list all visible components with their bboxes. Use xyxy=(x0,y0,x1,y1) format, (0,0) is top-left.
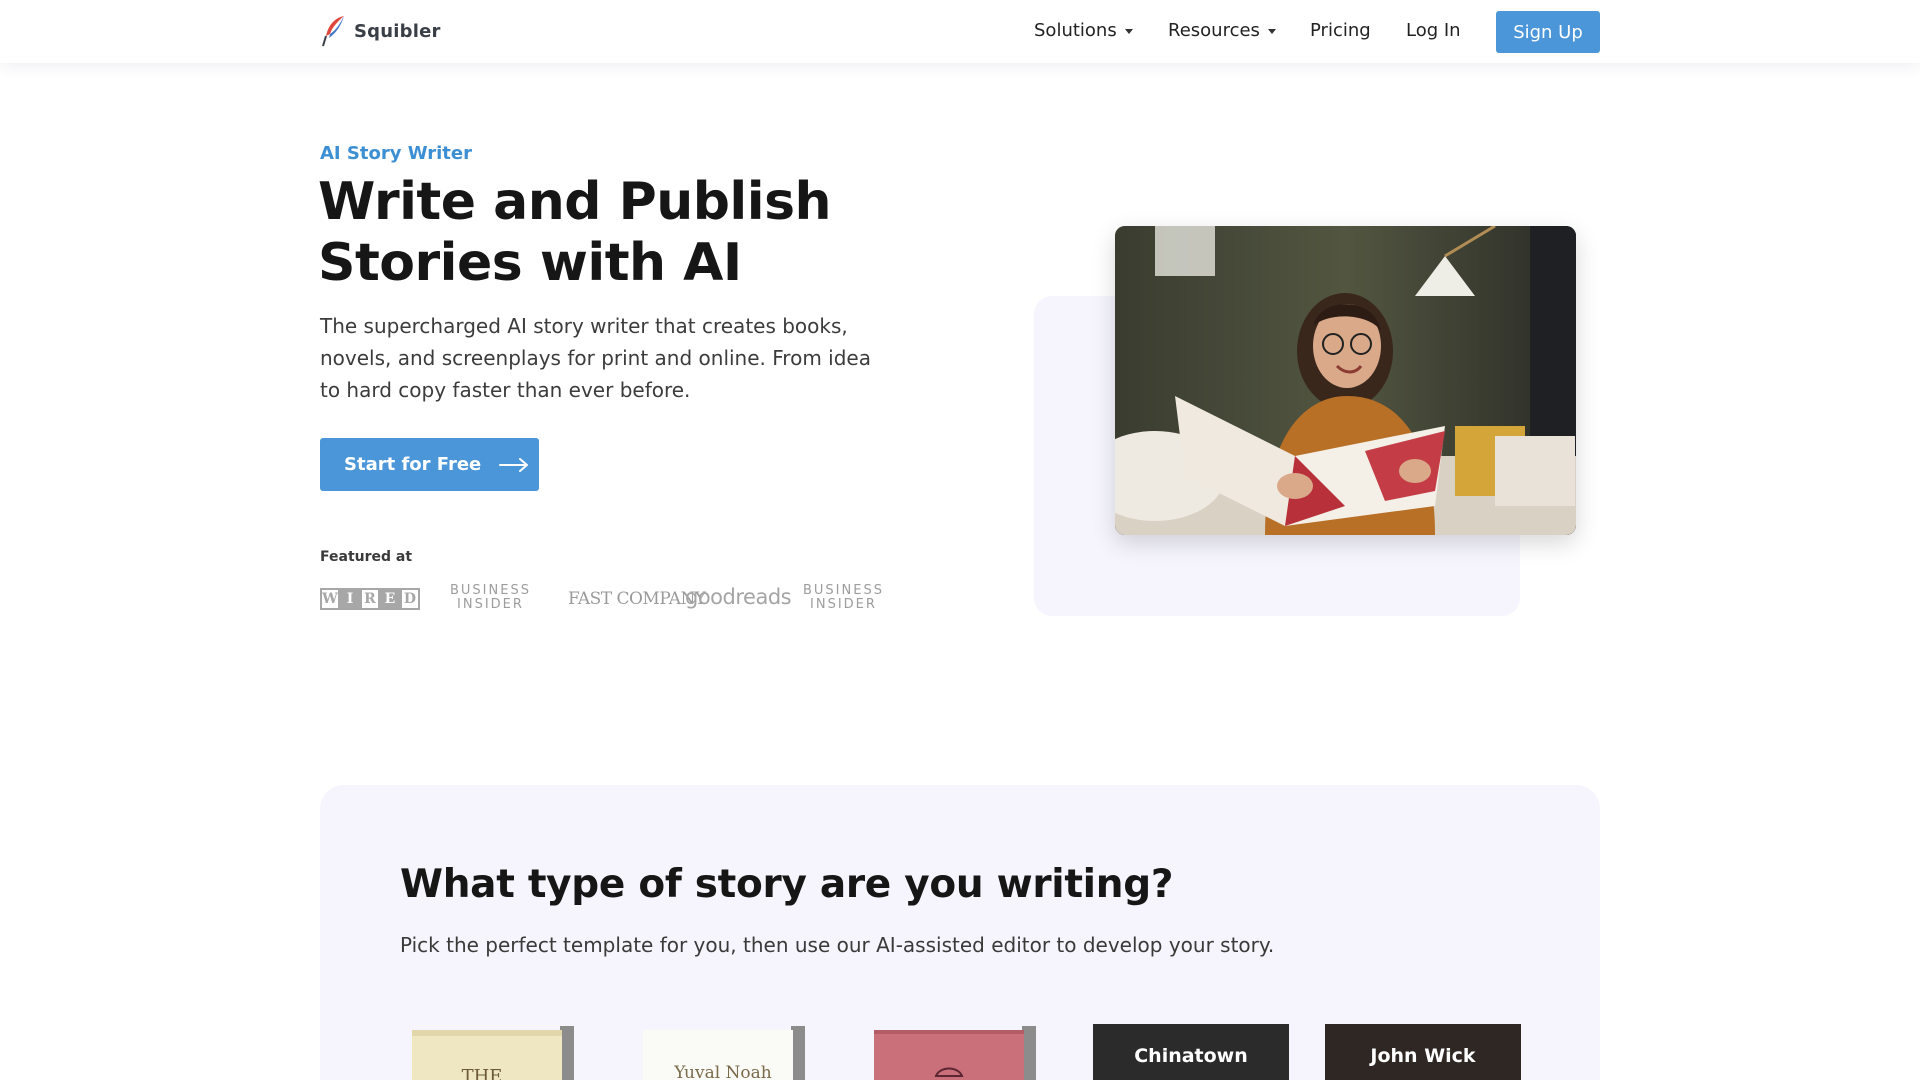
hero-title-line-1: Write and Publish xyxy=(318,172,832,232)
template-section-title: What type of story are you writing? xyxy=(400,862,1174,907)
nav-solutions[interactable]: Solutions xyxy=(1034,20,1133,41)
hero-eyebrow: AI Story Writer xyxy=(320,143,472,164)
wired-letter: D xyxy=(400,588,420,610)
nav-solutions-label: Solutions xyxy=(1034,20,1117,41)
featured-at-label: Featured at xyxy=(320,549,413,565)
signup-button[interactable]: Sign Up xyxy=(1496,11,1600,53)
nav-resources-label: Resources xyxy=(1168,20,1260,41)
template-card-label: Chinatown xyxy=(1134,1045,1248,1067)
book-cover-illustration: THE xyxy=(412,1026,574,1080)
hero-title: Write and Publish Stories with AI xyxy=(318,172,938,294)
nav-resources[interactable]: Resources xyxy=(1168,20,1276,41)
cta-label: Start for Free xyxy=(344,454,482,475)
business-insider-word-1: BUSINESS xyxy=(803,583,884,598)
nav-login[interactable]: Log In xyxy=(1406,20,1461,41)
hero-title-line-2: Stories with AI xyxy=(318,233,742,293)
book-cover-text: THE xyxy=(462,1066,503,1080)
template-card-book-3[interactable] xyxy=(874,1024,1036,1080)
business-insider-word-2: INSIDER xyxy=(810,597,877,612)
brand-logo[interactable]: Squibler xyxy=(320,14,441,48)
brand-name: Squibler xyxy=(354,20,441,42)
book-cover-illustration xyxy=(874,1026,1036,1080)
wired-letter: R xyxy=(360,588,380,610)
nav-login-label: Log In xyxy=(1406,20,1461,41)
template-card-book-1[interactable]: THE xyxy=(412,1024,574,1080)
chevron-down-icon xyxy=(1124,29,1133,34)
hero-photo-illustration xyxy=(1115,226,1576,535)
chevron-down-icon xyxy=(1267,29,1276,34)
business-insider-logo: BUSINESS INSIDER xyxy=(450,584,531,612)
wired-logo: W I R E D xyxy=(320,588,420,610)
hero-subtitle: The supercharged AI story writer that cr… xyxy=(320,314,871,402)
business-insider-word-2: INSIDER xyxy=(457,597,524,612)
wired-letter: W xyxy=(320,588,340,610)
business-insider-word-1: BUSINESS xyxy=(450,583,531,598)
wired-letter: E xyxy=(380,588,400,610)
start-for-free-button[interactable]: Start for Free xyxy=(320,438,539,491)
hero-photo-woman-reading xyxy=(1115,226,1576,535)
book-cover-text: Yuval Noah xyxy=(673,1063,772,1080)
quill-feather-icon xyxy=(322,16,344,47)
template-section-subtitle: Pick the perfect template for you, then … xyxy=(400,933,1275,957)
book-cover-illustration: Yuval Noah xyxy=(643,1026,805,1080)
nav-pricing-label: Pricing xyxy=(1310,20,1371,41)
template-card-chinatown[interactable]: Chinatown xyxy=(1093,1024,1289,1080)
goodreads-logo: goodreads xyxy=(685,585,792,609)
template-card-label: John Wick xyxy=(1370,1045,1476,1067)
top-navbar: Squibler Solutions Resources Pricing Log… xyxy=(0,0,1920,63)
arrow-right-icon xyxy=(499,457,529,472)
nav-pricing[interactable]: Pricing xyxy=(1310,20,1371,41)
wired-letter: I xyxy=(340,588,360,610)
business-insider-logo-2: BUSINESS INSIDER xyxy=(803,584,884,612)
template-card-book-2[interactable]: Yuval Noah xyxy=(643,1024,805,1080)
template-card-john-wick[interactable]: John Wick xyxy=(1325,1024,1521,1080)
